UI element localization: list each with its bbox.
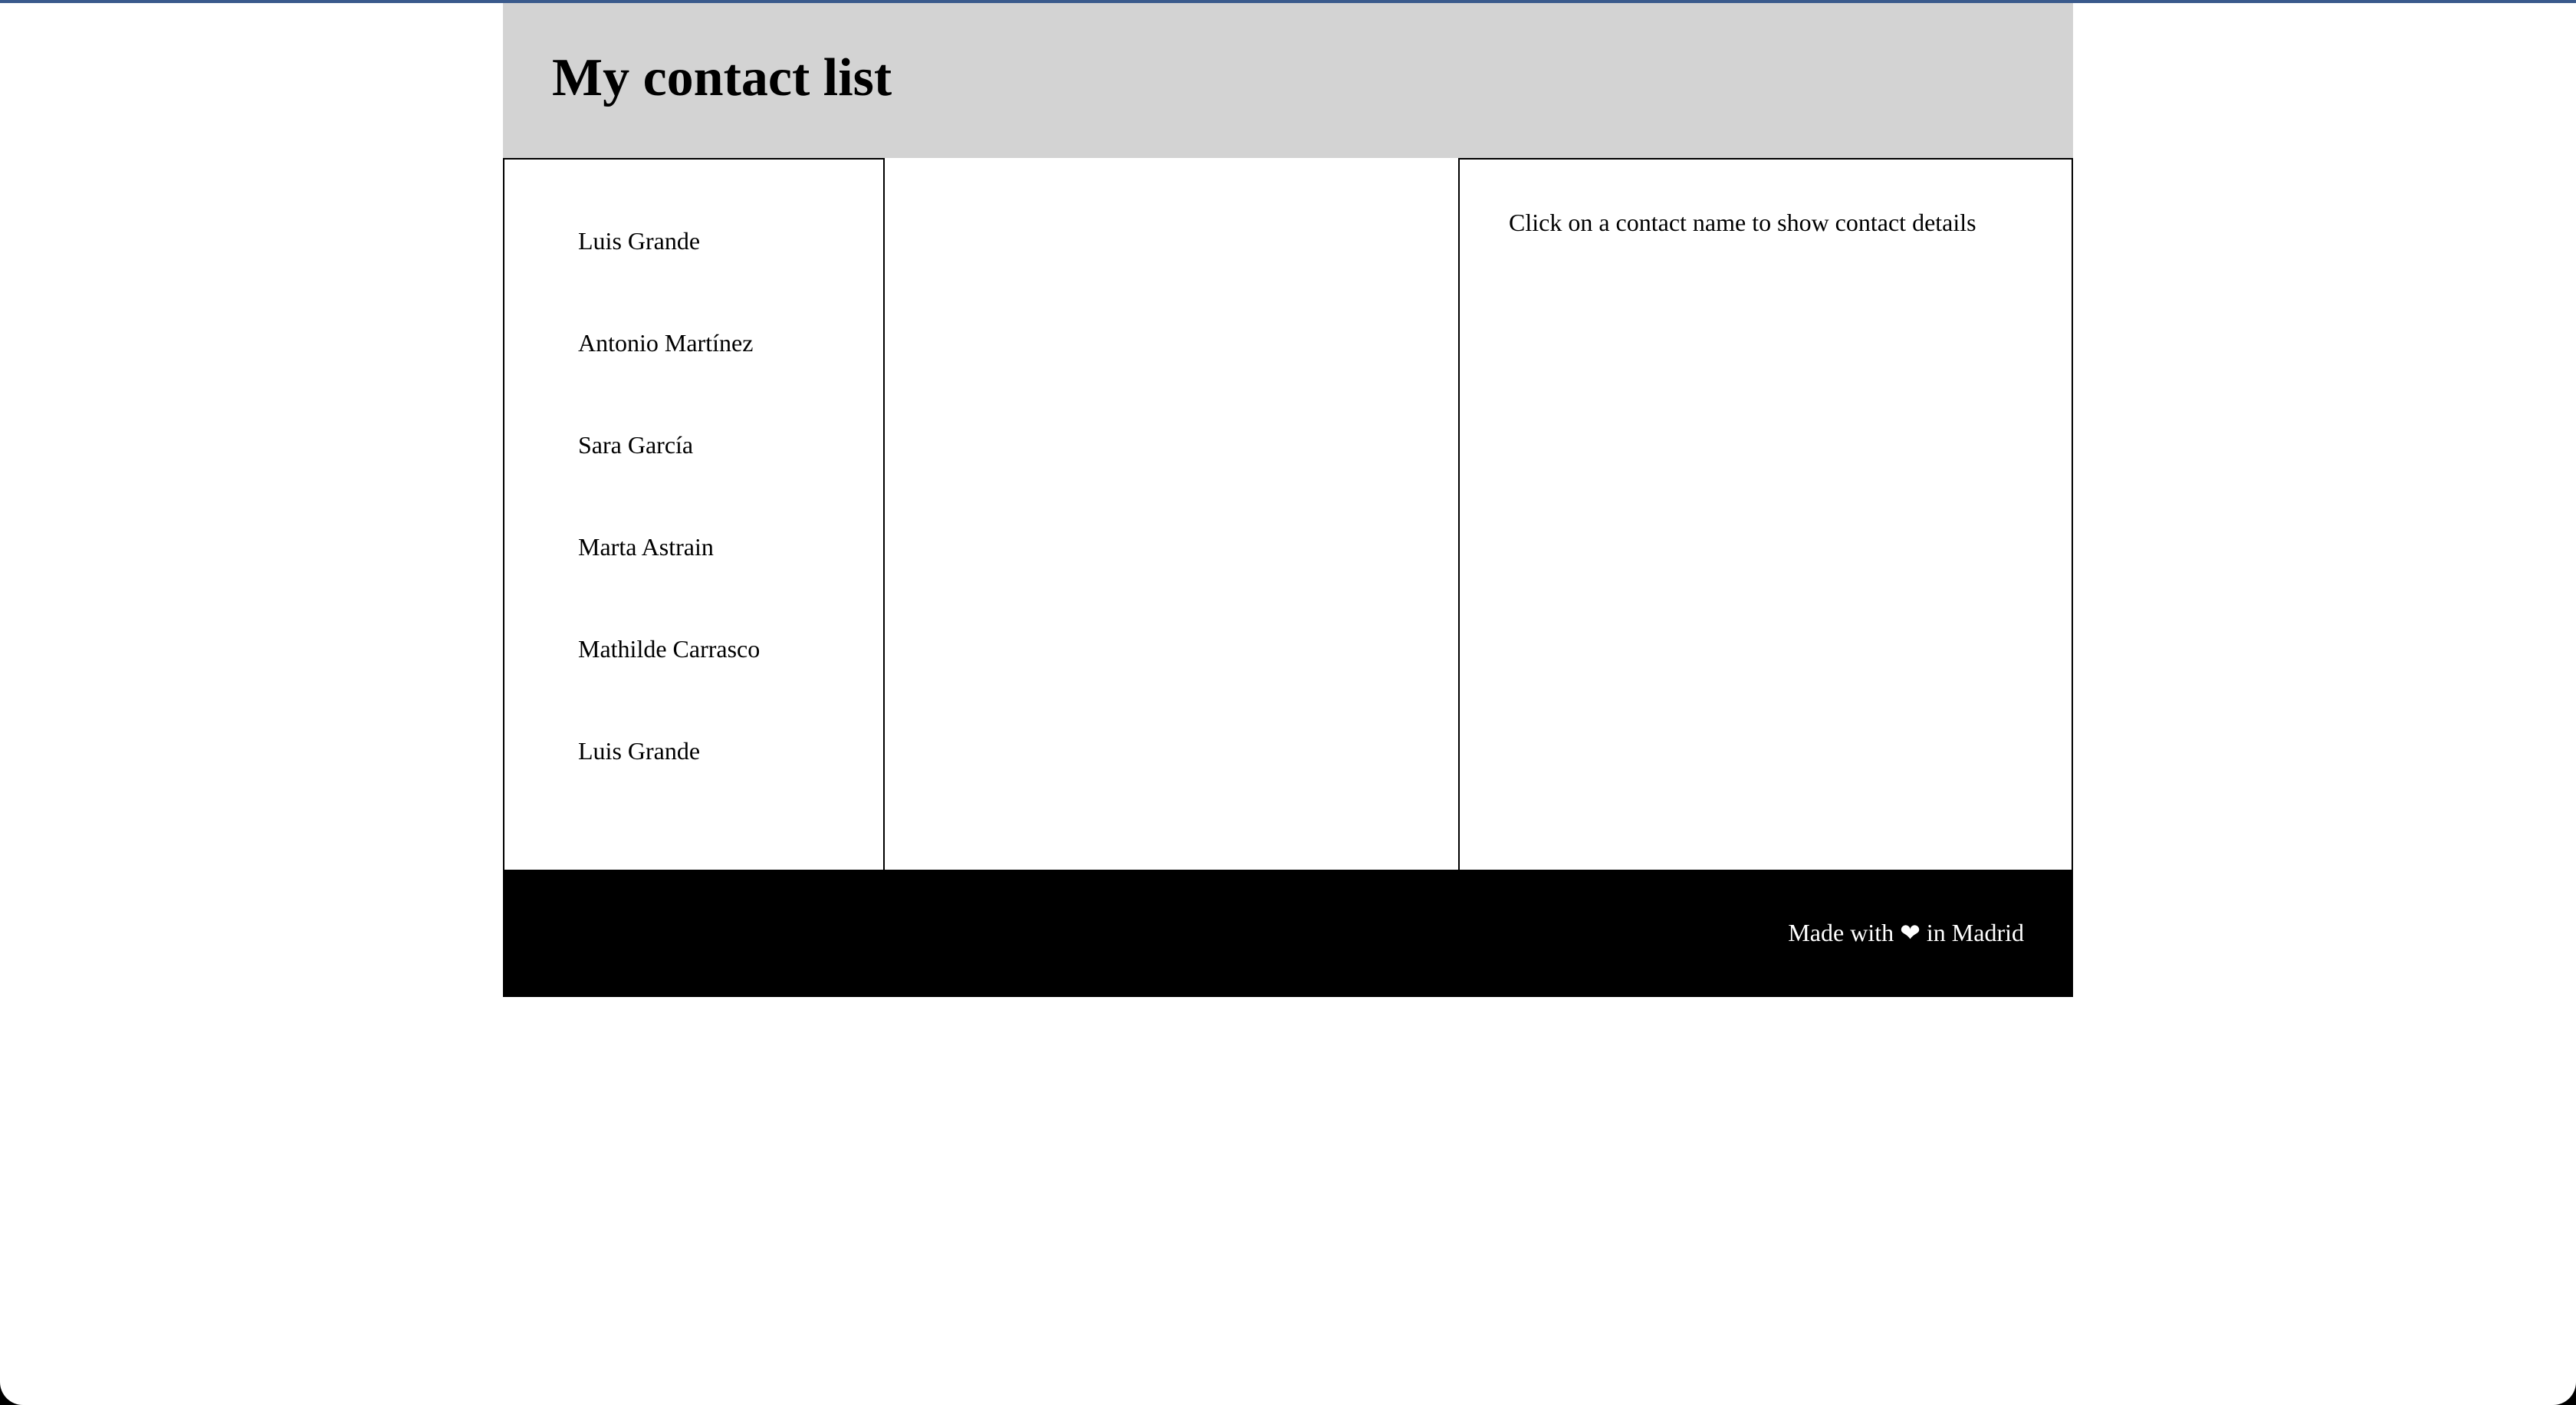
page-footer: Made with ❤ in Madrid — [503, 871, 2073, 997]
contact-item-mathilde-carrasco[interactable]: Mathilde Carrasco — [578, 633, 760, 664]
contact-item-luis-grande[interactable]: Luis Grande — [578, 225, 700, 256]
heart-icon: ❤ — [1900, 918, 1921, 947]
page-title: My contact list — [552, 48, 892, 107]
contact-item-marta-astrain[interactable]: Marta Astrain — [578, 531, 714, 562]
contact-item-antonio-martinez[interactable]: Antonio Martínez — [578, 327, 753, 358]
footer-prefix: Made with — [1788, 919, 1894, 946]
browser-viewport: My contact list Luis Grande Antonio Mart… — [0, 0, 2576, 1405]
details-hint-text: Click on a contact name to show contact … — [1509, 209, 1976, 236]
contact-list-panel: Luis Grande Antonio Martínez Sara García… — [503, 158, 885, 871]
contact-item-sara-garcia[interactable]: Sara García — [578, 429, 693, 460]
middle-column — [885, 158, 1458, 871]
page-header: My contact list — [503, 3, 2073, 158]
footer-suffix: in Madrid — [1926, 919, 2024, 946]
contact-item-luis-grande-2[interactable]: Luis Grande — [578, 735, 700, 766]
footer-text: Made with ❤ in Madrid — [1788, 917, 2024, 948]
contact-details-panel: Click on a contact name to show contact … — [1458, 158, 2073, 871]
